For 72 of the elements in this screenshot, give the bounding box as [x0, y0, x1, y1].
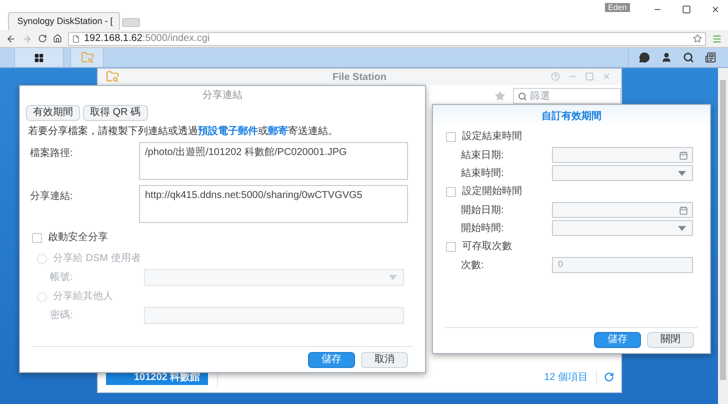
checkbox-label: 設定開始時間 — [462, 184, 522, 199]
field-label: 次數: — [461, 258, 485, 272]
search-icon — [518, 92, 527, 100]
refresh-icon[interactable] — [604, 372, 614, 382]
password-field[interactable] — [144, 307, 404, 324]
grid-icon — [34, 52, 44, 62]
file-station-taskbar-button[interactable] — [70, 48, 104, 67]
field-label: 結束日期: — [461, 148, 505, 162]
time-select[interactable] — [552, 220, 693, 236]
calendar-icon — [679, 206, 688, 214]
field-label: 檔案路徑: — [30, 146, 74, 161]
tab-title: Synology DiskStation - [ — [17, 14, 113, 28]
dialog-title: 分享連結 — [202, 88, 242, 102]
bookmark-star-icon[interactable] — [693, 34, 702, 43]
time-select[interactable] — [552, 165, 693, 181]
forward-icon[interactable] — [22, 34, 32, 44]
checkbox-label: 啟動安全分享 — [48, 230, 108, 245]
share-link-field[interactable]: http://qk415.ddns.net:5000/sharing/0wCTVGVG5 — [139, 185, 408, 223]
search-icon[interactable] — [683, 52, 694, 63]
cancel-button[interactable]: 關閉 — [647, 332, 694, 348]
field-label: 分享連結: — [30, 190, 74, 204]
close-icon[interactable] — [711, 5, 720, 14]
user-icon[interactable] — [661, 52, 672, 63]
field-label: 帳號: — [50, 270, 74, 285]
favorite-star-icon[interactable] — [495, 91, 505, 101]
dropdown-caret-icon — [678, 170, 686, 176]
email-link[interactable]: 郵寄 — [268, 126, 288, 137]
cancel-button[interactable]: 取消 — [361, 352, 408, 368]
dropdown-caret-icon — [678, 226, 686, 230]
chat-icon[interactable] — [639, 52, 650, 63]
address-bar[interactable]: 192.168.1.62:5000/index.cgi — [68, 32, 706, 46]
field-label: 結束時間: — [461, 166, 505, 180]
checkbox[interactable] — [32, 232, 42, 242]
date-field[interactable] — [552, 147, 693, 163]
checkbox-label: 設定結束時間 — [462, 130, 522, 144]
field-label: 開始時間: — [461, 222, 505, 236]
account-select[interactable] — [144, 269, 404, 286]
field-label: 開始日期: — [461, 204, 505, 218]
item-count: 12 個項目 — [544, 370, 597, 384]
checkbox[interactable] — [446, 132, 456, 142]
checkbox[interactable] — [446, 186, 456, 196]
page-icon — [72, 34, 80, 42]
new-tab-button[interactable] — [122, 18, 140, 27]
folder-search-icon — [80, 51, 94, 64]
qr-code-button[interactable]: 取得 QR 碼 — [83, 105, 148, 121]
file-station-icon — [106, 70, 119, 83]
dialog-title: 自訂有效期間 — [542, 110, 602, 124]
back-icon[interactable] — [6, 34, 16, 44]
maximize-icon[interactable] — [682, 5, 691, 14]
email-link[interactable]: 預設電子郵件 — [198, 126, 258, 137]
file-path-field[interactable]: /photo/出遊照/101202 科數館/PC020001.JPG — [139, 142, 408, 180]
scrollbar[interactable] — [718, 68, 728, 404]
validity-period-button[interactable]: 有效期間 — [26, 105, 80, 121]
dropdown-caret-icon — [389, 275, 397, 280]
calendar-icon — [679, 150, 688, 160]
field-label: 密碼: — [50, 308, 74, 323]
checkbox[interactable] — [446, 242, 456, 252]
url-text: 192.168.1.62:5000/index.cgi — [84, 34, 210, 44]
radio-label: 分享給 DSM 使用者 — [53, 252, 141, 266]
radio-label: 分享給其他人 — [53, 290, 113, 304]
checkbox-label: 可存取次數 — [462, 240, 512, 254]
filter-placeholder: 篩選 — [530, 90, 550, 104]
help-icon[interactable] — [551, 72, 560, 81]
widgets-icon[interactable] — [705, 52, 716, 63]
date-field[interactable] — [552, 202, 693, 218]
window-title: File Station — [332, 70, 386, 84]
instruction-text: 若要分享檔案，請複製下列連結或透過預設電子郵件或郵寄寄送連結。 — [27, 126, 339, 138]
browser-tab[interactable]: Synology DiskStation - [ — [8, 12, 120, 30]
reload-icon[interactable] — [38, 34, 47, 43]
home-icon[interactable] — [53, 34, 62, 43]
main-menu-button[interactable] — [14, 48, 64, 67]
menu-icon[interactable] — [712, 34, 722, 44]
